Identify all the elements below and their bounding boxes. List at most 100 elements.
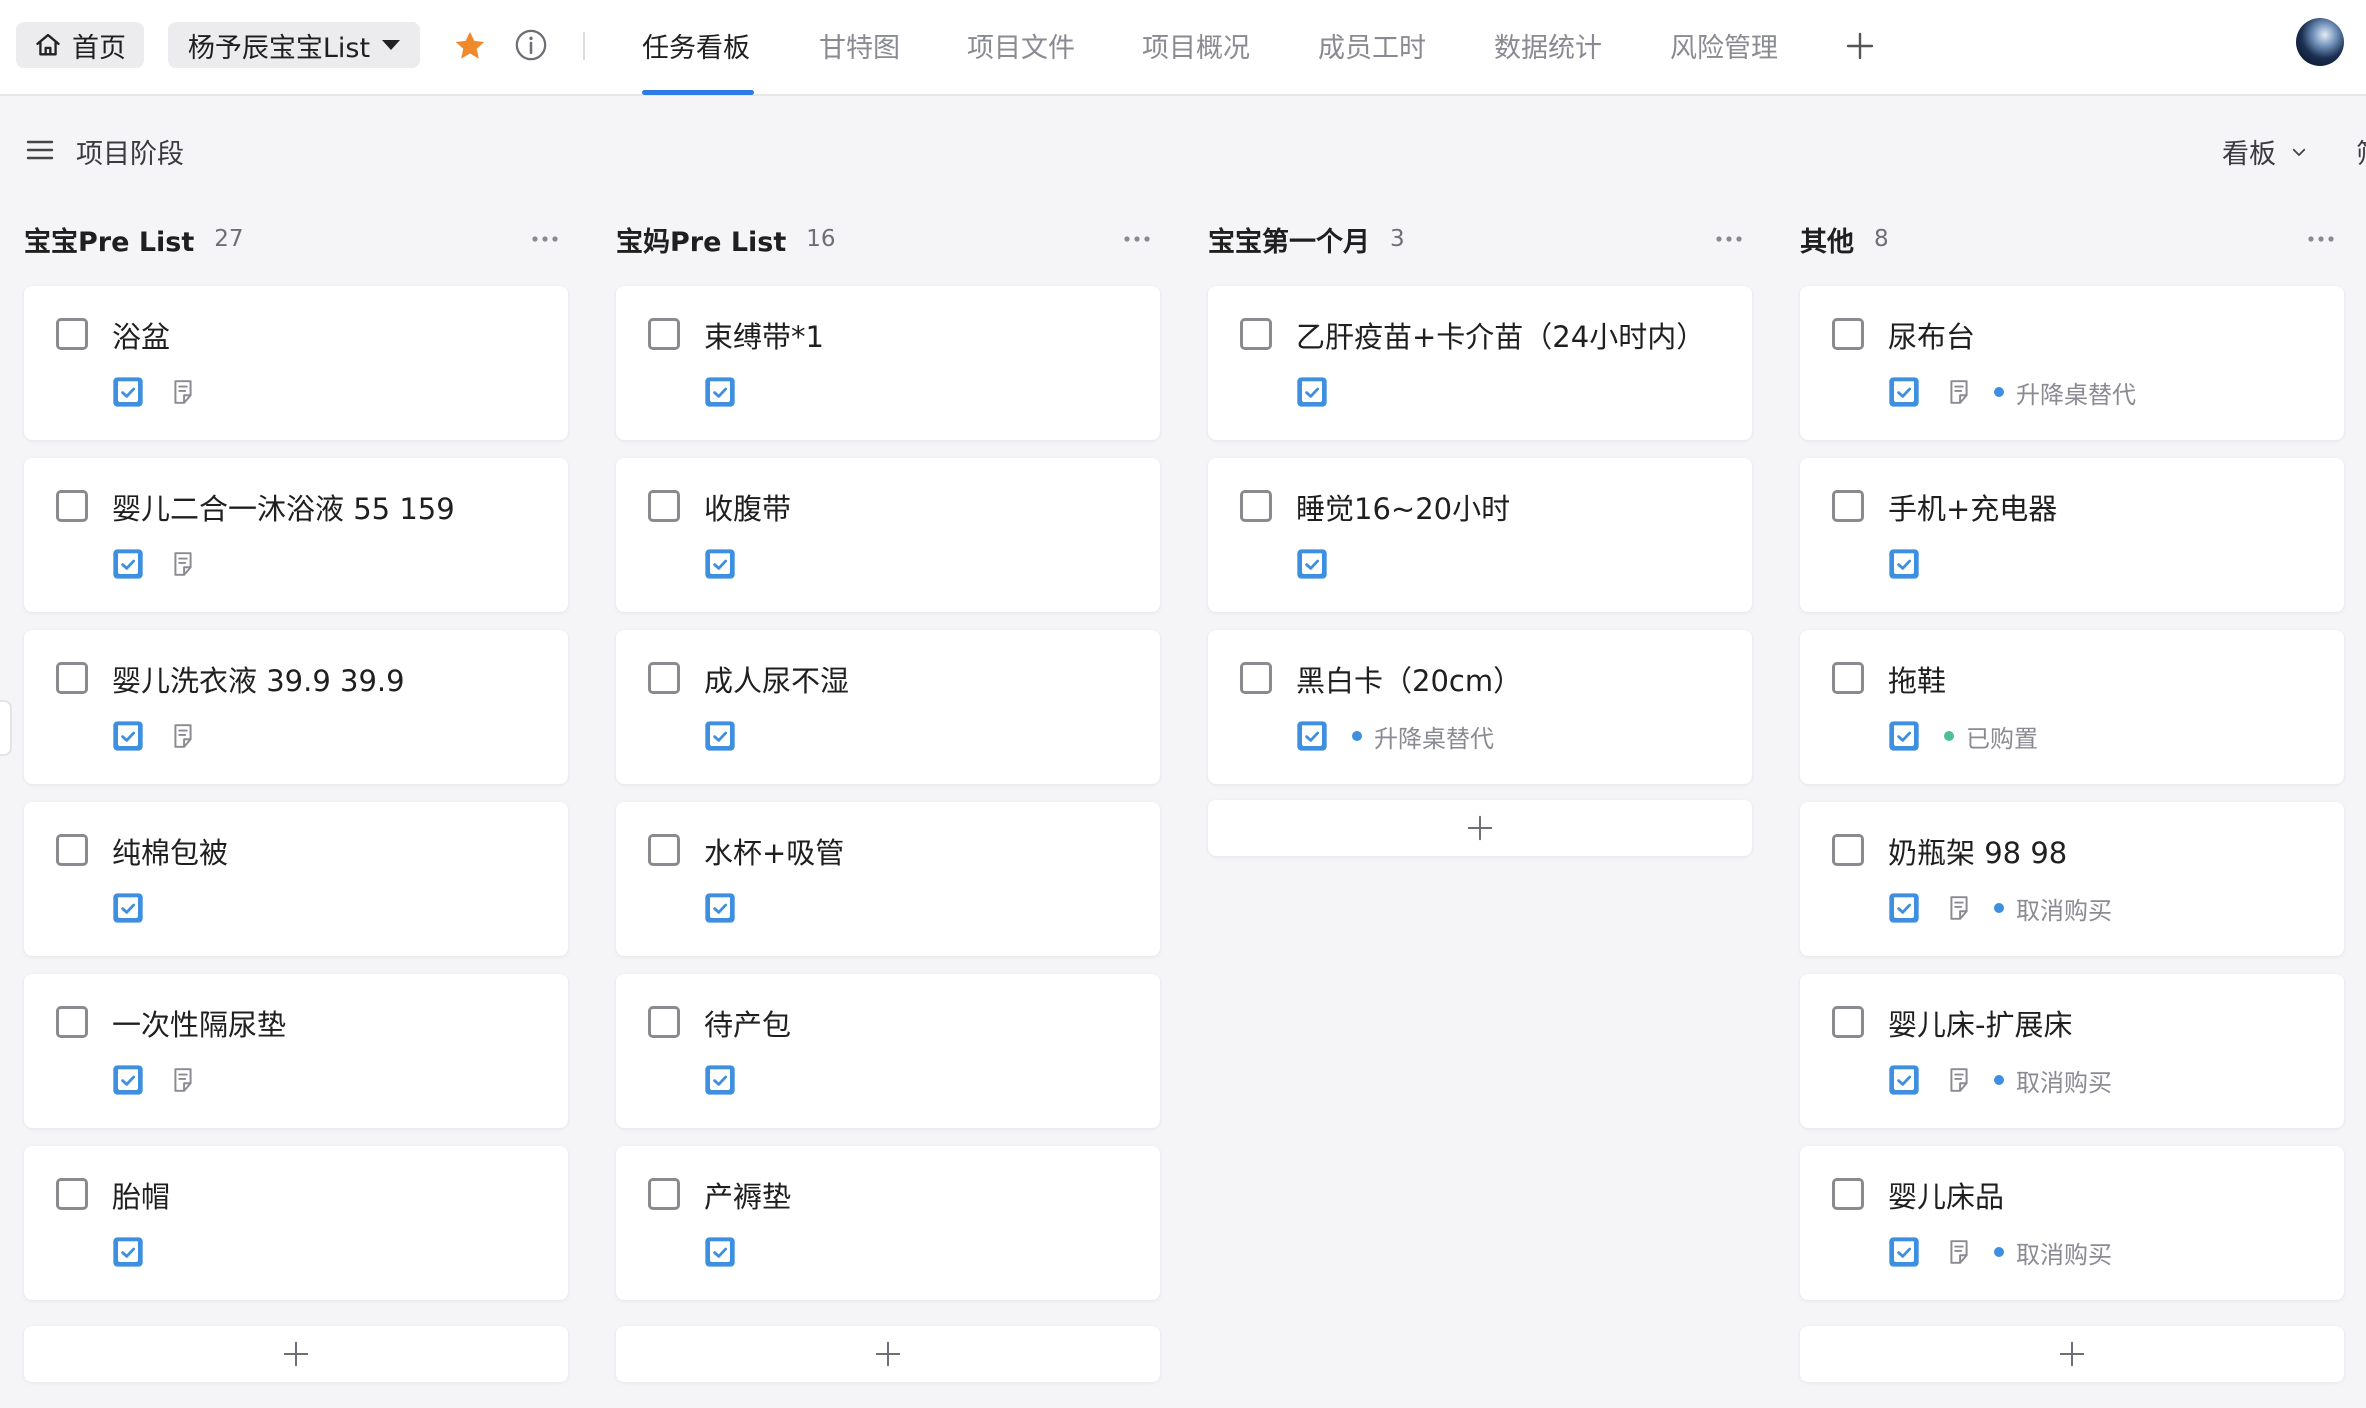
task-checkbox[interactable] bbox=[648, 662, 680, 694]
avatar[interactable] bbox=[2296, 18, 2344, 66]
more-options-icon[interactable] bbox=[1712, 224, 1746, 254]
task-card[interactable]: 手机+充电器 bbox=[1800, 458, 2344, 612]
task-card[interactable]: 乙肝疫苗+卡介苗（24小时内） bbox=[1208, 286, 1752, 440]
task-card[interactable]: 尿布台 升降桌替代 bbox=[1800, 286, 2344, 440]
project-stage-label[interactable]: 项目阶段 bbox=[76, 132, 184, 171]
task-type-icon bbox=[705, 1237, 735, 1267]
tab-risk-management[interactable]: 风险管理 bbox=[1670, 26, 1778, 66]
more-options-icon[interactable] bbox=[528, 224, 562, 254]
tab-gantt[interactable]: 甘特图 bbox=[819, 26, 900, 66]
project-selector[interactable]: 杨予辰宝宝List bbox=[168, 22, 420, 68]
task-type-icon bbox=[113, 721, 143, 751]
task-card[interactable]: 纯棉包被 bbox=[24, 802, 568, 956]
task-checkbox[interactable] bbox=[1832, 834, 1864, 866]
task-title: 成人尿不湿 bbox=[704, 664, 850, 698]
task-type-icon bbox=[705, 377, 735, 407]
task-title: 婴儿二合一沐浴液 55 159 bbox=[112, 492, 455, 526]
task-title: 睡觉16~20小时 bbox=[1296, 492, 1511, 526]
task-title: 婴儿床品 bbox=[1888, 1180, 2005, 1214]
task-card[interactable]: 一次性隔尿垫 bbox=[24, 974, 568, 1128]
task-checkbox[interactable] bbox=[56, 318, 88, 350]
task-type-icon bbox=[705, 549, 735, 579]
task-checkbox[interactable] bbox=[56, 1178, 88, 1210]
home-button[interactable]: 首页 bbox=[16, 22, 144, 68]
task-card[interactable]: 浴盆 bbox=[24, 286, 568, 440]
description-icon bbox=[174, 724, 192, 748]
task-checkbox[interactable] bbox=[56, 1006, 88, 1038]
task-card[interactable]: 水杯+吸管 bbox=[616, 802, 1160, 956]
task-checkbox[interactable] bbox=[56, 490, 88, 522]
add-task-button[interactable] bbox=[1800, 1326, 2344, 1382]
column-title: 宝宝Pre List bbox=[24, 226, 195, 258]
status-dot-icon bbox=[1944, 731, 1954, 741]
task-meta: 取消购买 bbox=[1888, 1236, 2112, 1269]
task-checkbox[interactable] bbox=[1832, 490, 1864, 522]
task-checkbox[interactable] bbox=[1240, 490, 1272, 522]
task-checkbox[interactable] bbox=[648, 834, 680, 866]
cut-off-toolbar-item[interactable]: 筛 bbox=[2356, 132, 2366, 171]
task-card[interactable]: 婴儿洗衣液 39.9 39.9 bbox=[24, 630, 568, 784]
column-header: 宝妈Pre List 16 bbox=[616, 214, 1160, 264]
more-options-icon[interactable] bbox=[2304, 224, 2338, 254]
task-checkbox[interactable] bbox=[56, 662, 88, 694]
more-options-icon[interactable] bbox=[1120, 224, 1154, 254]
task-card[interactable]: 黑白卡（20cm） 升降桌替代 bbox=[1208, 630, 1752, 784]
task-meta bbox=[704, 1236, 736, 1268]
menu-icon[interactable] bbox=[24, 134, 56, 166]
plus-icon bbox=[1467, 815, 1493, 841]
task-title: 水杯+吸管 bbox=[704, 836, 845, 870]
task-type-icon bbox=[1889, 1065, 1919, 1095]
board-column: 宝妈Pre List 16 束缚带*1 收腹带成人尿不湿水杯+吸管待产包产褥垫 bbox=[616, 214, 1160, 1382]
task-card[interactable]: 胎帽 bbox=[24, 1146, 568, 1300]
tab-task-board[interactable]: 任务看板 bbox=[642, 26, 750, 66]
task-title: 拖鞋 bbox=[1888, 664, 1947, 698]
task-type-icon bbox=[113, 1065, 143, 1095]
active-tab-indicator bbox=[642, 90, 754, 95]
task-checkbox[interactable] bbox=[648, 318, 680, 350]
task-card[interactable]: 产褥垫 bbox=[616, 1146, 1160, 1300]
description-icon bbox=[1950, 896, 1968, 920]
task-type-icon bbox=[1889, 721, 1919, 751]
task-checkbox[interactable] bbox=[1240, 318, 1272, 350]
task-checkbox[interactable] bbox=[56, 834, 88, 866]
task-type-icon bbox=[1889, 1237, 1919, 1267]
task-checkbox[interactable] bbox=[1832, 662, 1864, 694]
star-icon[interactable] bbox=[452, 28, 488, 64]
task-card[interactable]: 奶瓶架 98 98 取消购买 bbox=[1800, 802, 2344, 956]
tab-member-hours[interactable]: 成员工时 bbox=[1318, 26, 1426, 66]
task-checkbox[interactable] bbox=[1832, 318, 1864, 350]
add-task-button[interactable] bbox=[24, 1326, 568, 1382]
task-card[interactable]: 睡觉16~20小时 bbox=[1208, 458, 1752, 612]
task-card[interactable]: 束缚带*1 bbox=[616, 286, 1160, 440]
task-card[interactable]: 婴儿床-扩展床取消购买 bbox=[1800, 974, 2344, 1128]
task-checkbox[interactable] bbox=[1832, 1006, 1864, 1038]
task-title: 浴盆 bbox=[112, 320, 171, 354]
add-task-button[interactable] bbox=[1208, 800, 1752, 856]
task-checkbox[interactable] bbox=[648, 490, 680, 522]
task-meta bbox=[112, 376, 194, 408]
task-card[interactable]: 婴儿床品 取消购买 bbox=[1800, 1146, 2344, 1300]
board-column: 其他 8 尿布台 升降桌替代 手机+充电器 拖鞋 已购置 奶瓶架 98 98 取消购买 婴儿床-扩… bbox=[1800, 214, 2344, 1382]
task-meta: 取消购买 bbox=[1888, 1064, 2112, 1097]
task-card[interactable]: 婴儿二合一沐浴液 55 159 bbox=[24, 458, 568, 612]
task-title: 黑白卡（20cm） bbox=[1296, 664, 1523, 698]
task-checkbox[interactable] bbox=[648, 1006, 680, 1038]
task-card[interactable]: 成人尿不湿 bbox=[616, 630, 1160, 784]
task-checkbox[interactable] bbox=[1832, 1178, 1864, 1210]
task-card[interactable]: 收腹带 bbox=[616, 458, 1160, 612]
add-task-button[interactable] bbox=[616, 1326, 1160, 1382]
sidebar-expand-handle[interactable] bbox=[0, 700, 12, 756]
info-icon[interactable] bbox=[514, 28, 548, 62]
tab-statistics[interactable]: 数据统计 bbox=[1494, 26, 1602, 66]
tab-project-files[interactable]: 项目文件 bbox=[967, 26, 1075, 66]
task-card[interactable]: 待产包 bbox=[616, 974, 1160, 1128]
plus-icon bbox=[283, 1341, 309, 1367]
view-selector[interactable]: 看板 bbox=[2222, 132, 2308, 171]
task-card[interactable]: 拖鞋 已购置 bbox=[1800, 630, 2344, 784]
task-title: 婴儿床-扩展床 bbox=[1888, 1008, 2073, 1042]
task-title: 纯棉包被 bbox=[112, 836, 229, 870]
tab-project-overview[interactable]: 项目概况 bbox=[1142, 26, 1250, 66]
add-tab-icon[interactable] bbox=[1842, 28, 1878, 64]
task-checkbox[interactable] bbox=[1240, 662, 1272, 694]
task-checkbox[interactable] bbox=[648, 1178, 680, 1210]
